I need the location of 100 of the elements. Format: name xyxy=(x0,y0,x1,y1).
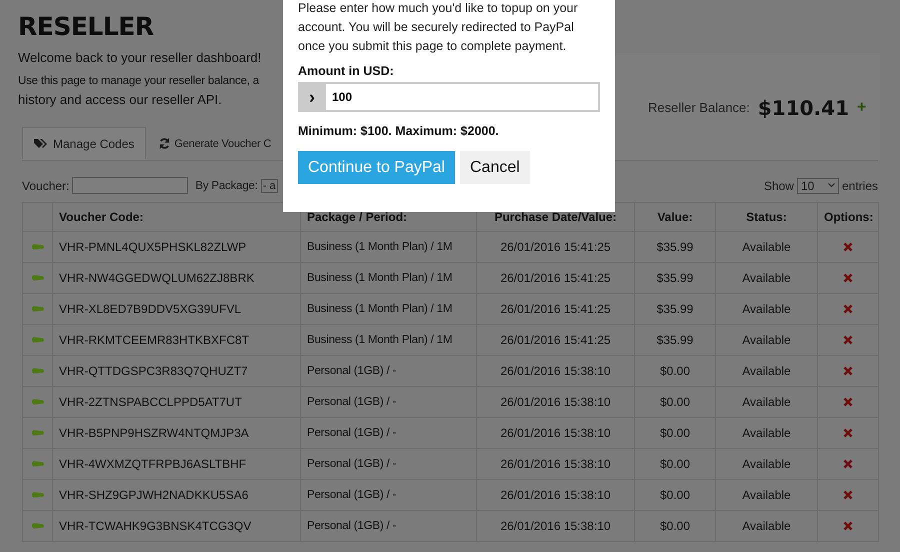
package-text: Personal (1GB) / - xyxy=(307,427,396,439)
purchase-date: 26/01/2016 15:41:25 xyxy=(500,271,611,285)
purchase-date: 26/01/2016 15:38:10 xyxy=(500,457,611,471)
value-text: $0.00 xyxy=(660,426,690,440)
value-text: $35.99 xyxy=(656,240,694,254)
caret-icon xyxy=(828,183,835,188)
package-text: Personal (1GB) / - xyxy=(307,365,396,377)
tab[interactable]: Manage Codes xyxy=(22,127,146,160)
purchase-date: 26/01/2016 15:38:10 xyxy=(500,488,611,502)
delete-icon[interactable] xyxy=(843,366,853,376)
column-header: Package / Period: xyxy=(307,210,408,224)
package-text: Personal (1GB) / - xyxy=(307,458,396,470)
ticket-icon xyxy=(30,429,44,437)
delete-icon[interactable] xyxy=(843,521,853,531)
value-text: $0.00 xyxy=(660,519,690,533)
purchase-date: 26/01/2016 15:38:10 xyxy=(500,395,611,409)
status-text: Available xyxy=(742,302,791,316)
delete-icon[interactable] xyxy=(843,273,853,283)
status-text: Available xyxy=(742,271,791,285)
entries-select[interactable]: 10 xyxy=(796,178,839,194)
value-text: $35.99 xyxy=(656,271,694,285)
voucher-code: VHR-TCWAHK9G3BNSK4TCG3QV xyxy=(59,519,252,533)
delete-icon[interactable] xyxy=(843,335,853,345)
ticket-icon xyxy=(30,336,44,344)
value-text: $0.00 xyxy=(660,488,690,502)
package-text: Personal (1GB) / - xyxy=(307,396,396,408)
dialog-text: Please enter how much you'd like to topup on your account. You will be securely redirected to PayPal once you submit this page to complete payment. xyxy=(298,0,579,55)
ticket-icon xyxy=(30,274,44,282)
tab[interactable]: Generate Voucher C xyxy=(146,127,272,160)
chevron-addon: › xyxy=(298,82,326,112)
column-header: Value: xyxy=(657,210,693,224)
voucher-code: VHR-SHZ9GPJWH2NADKKU5SA6 xyxy=(59,488,248,502)
purchase-date: 26/01/2016 15:38:10 xyxy=(500,364,611,378)
delete-icon[interactable] xyxy=(843,459,853,469)
balance-label: Reseller Balance: xyxy=(648,100,750,115)
voucher-code: VHR-B5PNP9HSZRW4NTQMJP3A xyxy=(59,426,249,440)
ticket-icon xyxy=(30,522,44,530)
dialog-button[interactable]: Continue to PayPal xyxy=(298,151,455,184)
amount-label: Amount in USD: xyxy=(298,64,395,78)
page-title: RESELLER xyxy=(18,12,154,41)
voucher-code: VHR-PMNL4QUX5PHSKL82ZLWP xyxy=(59,240,246,254)
value-text: $35.99 xyxy=(656,333,694,347)
package-text: Business (1 Month Plan) / 1M xyxy=(307,272,452,284)
column-header: Purchase Date/Value: xyxy=(494,210,617,224)
value-text: $0.00 xyxy=(660,395,690,409)
voucher-code: VHR-4WXMZQTFRPBJ6ASLTBHF xyxy=(59,457,246,471)
ticket-icon xyxy=(30,398,44,406)
delete-icon[interactable] xyxy=(843,242,853,252)
package-select[interactable]: - a xyxy=(260,178,278,192)
column-header: Options: xyxy=(824,210,874,224)
entries-label: entries xyxy=(842,178,878,192)
ticket-icon xyxy=(30,305,44,313)
ticket-icon xyxy=(30,460,44,468)
voucher-field[interactable] xyxy=(72,177,188,194)
status-text: Available xyxy=(742,426,791,440)
value-text: $35.99 xyxy=(656,302,694,316)
welcome-text: Welcome back to your reseller dashboard! xyxy=(18,50,262,65)
package-text: Business (1 Month Plan) / 1M xyxy=(307,334,452,346)
ticket-icon xyxy=(30,243,44,251)
package-text: Business (1 Month Plan) / 1M xyxy=(307,303,452,315)
voucher-code: VHR-NW4GGEDWQLUM62ZJ8BRK xyxy=(59,271,254,285)
ticket-icon xyxy=(30,367,44,375)
limits-text: Minimum: $100. Maximum: $2000. xyxy=(298,124,500,138)
purchase-date: 26/01/2016 15:41:25 xyxy=(500,302,611,316)
amount-field[interactable]: 100 xyxy=(326,82,600,112)
status-text: Available xyxy=(742,457,791,471)
value-text: $0.00 xyxy=(660,457,690,471)
voucher-code: VHR-2ZTNSPABCCLPPD5AT7UT xyxy=(59,395,242,409)
status-text: Available xyxy=(742,395,791,409)
show-label: Show xyxy=(764,178,794,192)
status-text: Available xyxy=(742,488,791,502)
delete-icon[interactable] xyxy=(843,397,853,407)
purchase-date: 26/01/2016 15:41:25 xyxy=(500,333,611,347)
delete-icon[interactable] xyxy=(843,428,853,438)
add-funds-button[interactable]: + xyxy=(856,98,866,116)
column-header: Status: xyxy=(746,210,787,224)
purchase-date: 26/01/2016 15:38:10 xyxy=(500,426,611,440)
ticket-icon xyxy=(30,491,44,499)
purchase-date: 26/01/2016 15:38:10 xyxy=(500,519,611,533)
column-header: Voucher Code: xyxy=(59,210,144,224)
tags-icon xyxy=(34,138,47,149)
package-text: Business (1 Month Plan) / 1M xyxy=(307,241,452,253)
package-text: Personal (1GB) / - xyxy=(307,520,396,532)
voucher-code: VHR-QTTDGSPC3R83Q7QHUZT7 xyxy=(59,364,248,378)
status-text: Available xyxy=(742,519,791,533)
package-label: By Package: xyxy=(195,180,258,192)
value-text: $0.00 xyxy=(660,364,690,378)
package-text: Personal (1GB) / - xyxy=(307,489,396,501)
status-text: Available xyxy=(742,333,791,347)
status-text: Available xyxy=(742,364,791,378)
intro-text: Use this page to manage your reseller balance, a xyxy=(18,75,259,87)
dialog-button[interactable]: Cancel xyxy=(460,151,530,184)
purchase-date: 26/01/2016 15:41:25 xyxy=(500,240,611,254)
voucher-label: Voucher: xyxy=(22,178,70,192)
status-text: Available xyxy=(742,240,791,254)
voucher-code: VHR-RKMTCEEMR83HTKBXFC8T xyxy=(59,333,250,347)
intro-text: history and access our reseller API. xyxy=(18,92,222,107)
delete-icon[interactable] xyxy=(843,490,853,500)
balance-amount: $110.41 xyxy=(758,96,849,120)
delete-icon[interactable] xyxy=(843,304,853,314)
